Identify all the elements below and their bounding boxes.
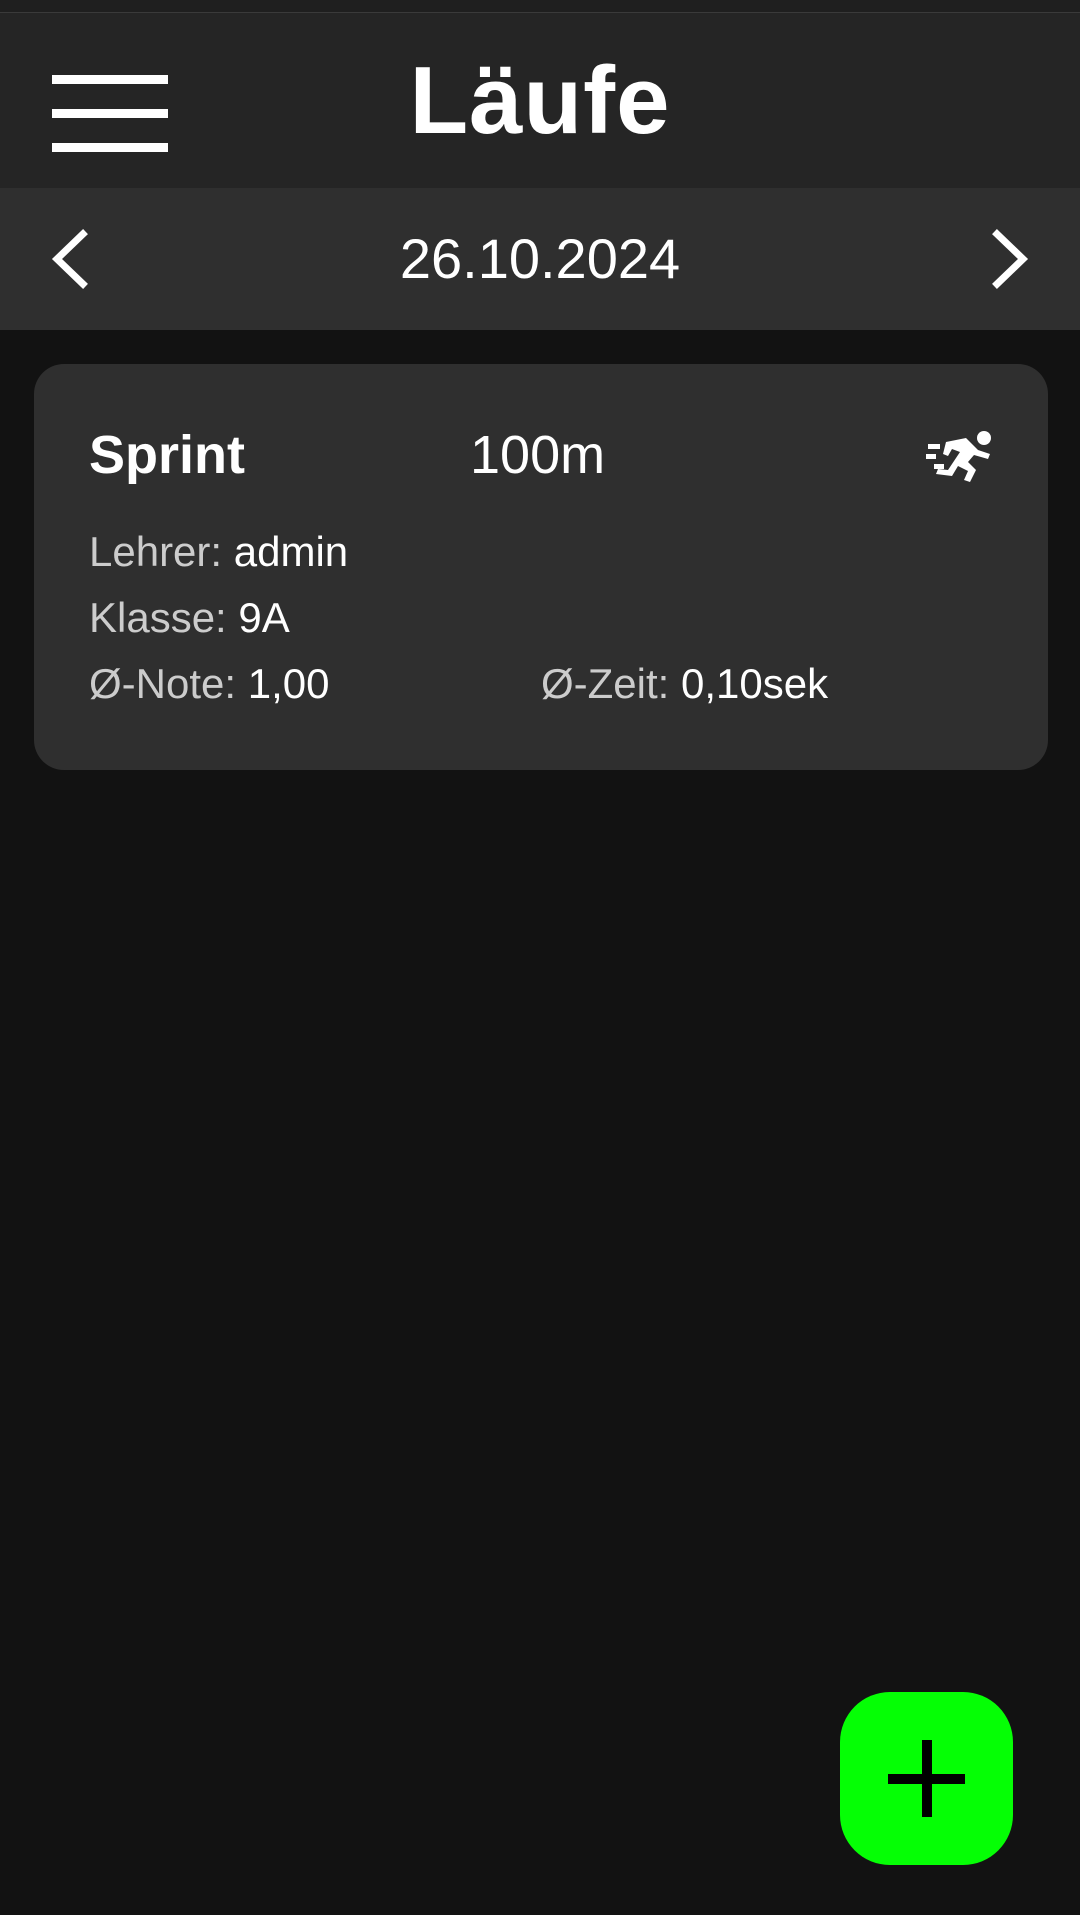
teacher-value: admin (233, 528, 349, 575)
next-date-button[interactable] (950, 188, 1060, 330)
class-value: 9A (238, 594, 290, 641)
average-time-value: 0,10sek (681, 660, 829, 707)
status-bar (0, 0, 1080, 13)
plus-icon-vertical (922, 1740, 932, 1817)
previous-date-button[interactable] (20, 188, 130, 330)
app-bar (0, 13, 1080, 188)
average-grade-row: Ø-Note: 1,00 (89, 660, 329, 708)
menu-icon-line (52, 75, 168, 84)
chevron-left-icon (51, 229, 88, 289)
run-type: Sprint (89, 425, 245, 485)
class-row: Klasse: 9A (89, 594, 290, 642)
menu-button[interactable] (40, 53, 180, 163)
class-label: Klasse: (89, 594, 227, 641)
app-root: Läufe 26.10.2024 Sprint 100m Lehrer: adm… (0, 0, 1080, 1915)
run-distance: 100m (470, 425, 606, 485)
chevron-right-icon (992, 229, 1029, 289)
running-person-icon (926, 431, 991, 482)
current-date: 26.10.2024 (399, 227, 681, 290)
teacher-row: Lehrer: admin (89, 528, 348, 576)
average-grade-value: 1,00 (247, 660, 330, 707)
add-run-button[interactable] (840, 1692, 1013, 1865)
run-card[interactable]: Sprint 100m Lehrer: admin Klasse: 9A Ø-N… (34, 364, 1048, 770)
menu-icon-line (52, 109, 168, 118)
average-grade-label: Ø-Note: (89, 660, 237, 707)
average-time-label: Ø-Zeit: (541, 660, 670, 707)
teacher-label: Lehrer: (89, 528, 223, 575)
average-time-row: Ø-Zeit: 0,10sek (541, 660, 828, 708)
menu-icon-line (52, 143, 168, 152)
date-navigation-bar: 26.10.2024 (0, 188, 1080, 330)
